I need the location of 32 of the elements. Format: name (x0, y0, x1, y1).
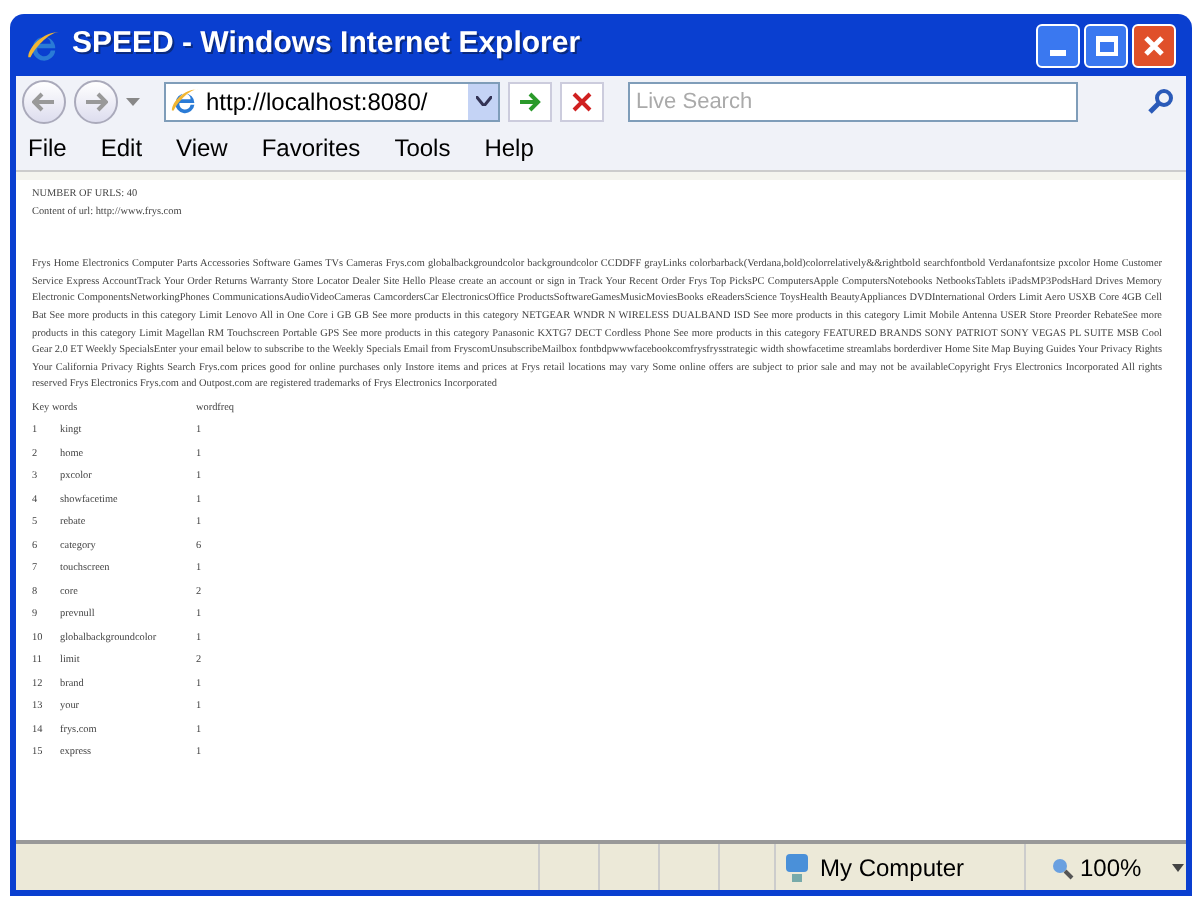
dropdown-caret-icon[interactable] (126, 97, 140, 105)
close-icon (572, 91, 592, 111)
go-button[interactable] (508, 81, 552, 121)
minimize-button[interactable] (1036, 23, 1080, 67)
search-field[interactable]: Live Search (628, 81, 1078, 121)
chevron-down-icon (475, 96, 491, 106)
forward-button[interactable] (74, 79, 118, 123)
zoom-level-text[interactable]: 100% (1080, 849, 1142, 885)
zoom-icon (1050, 855, 1074, 879)
left-arrow-icon (32, 91, 56, 111)
menu-item[interactable]: Edit (100, 130, 143, 166)
close-icon (1142, 33, 1166, 57)
menu-item[interactable]: Help (484, 130, 534, 166)
address-dropdown-button[interactable] (468, 83, 498, 119)
window-title: SPEED - Windows Internet Explorer (72, 24, 581, 65)
address-field[interactable]: http://localhost:8080/ (164, 81, 500, 121)
menu-item[interactable]: File (28, 130, 67, 166)
right-arrow-icon (518, 91, 542, 111)
back-button[interactable] (22, 79, 66, 123)
menu-item[interactable]: Tools (394, 130, 451, 166)
menu-item[interactable]: View (176, 130, 228, 166)
page-icon (170, 86, 200, 116)
maximize-button[interactable] (1084, 23, 1128, 67)
stop-button[interactable] (560, 81, 604, 121)
close-button[interactable] (1132, 23, 1176, 67)
zoom-caret-icon[interactable] (1171, 863, 1184, 871)
computer-icon (782, 851, 812, 883)
menu-item[interactable]: Favorites (261, 130, 361, 166)
right-arrow-icon (84, 91, 108, 111)
search-icon (1147, 88, 1173, 114)
security-zone-text: My Computer (820, 851, 965, 885)
window-logo-icon (26, 27, 62, 63)
